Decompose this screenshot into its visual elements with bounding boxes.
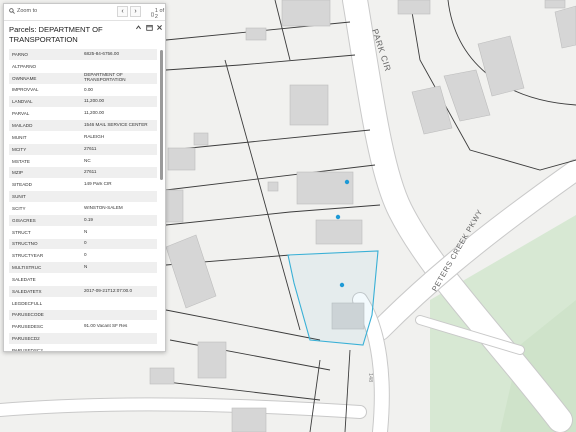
- attribute-value: 2017-09-21T12:07:00.0: [84, 288, 133, 293]
- attribute-key: PARNO: [12, 51, 28, 57]
- attribute-value: 0.00: [84, 87, 93, 92]
- attribute-key: SCITY: [12, 205, 26, 211]
- attribute-key: LEGDECFULL: [12, 300, 43, 306]
- attribute-key: SUNIT: [12, 194, 26, 200]
- close-button[interactable]: [156, 24, 163, 33]
- attribute-key: MULTISTRUC: [12, 265, 42, 271]
- attribute-key: PARUSECD2: [12, 336, 40, 342]
- attribute-value: RALEIGH: [84, 134, 105, 139]
- attribute-value: 0.19: [84, 217, 93, 222]
- collapse-button[interactable]: [135, 24, 142, 33]
- attribute-value: 11,200.00: [84, 99, 105, 104]
- attribute-value: N: [84, 229, 88, 234]
- attribute-key: PARUSEDSC2: [12, 348, 43, 352]
- street-label-number: 148: [367, 373, 373, 382]
- attribute-key: MSTATE: [12, 158, 30, 164]
- prev-feature-button[interactable]: ‹: [117, 6, 128, 17]
- close-icon: [157, 25, 162, 30]
- map-point: [339, 282, 345, 288]
- dock-button[interactable]: [146, 24, 153, 33]
- attribute-row: PARUSEDSC2: [9, 345, 157, 352]
- attribute-row: PARUSECD2: [9, 333, 157, 346]
- attribute-value: 27611: [84, 170, 97, 175]
- popup-toolbar: Zoom to ‹ › 1 of 2: [4, 4, 165, 21]
- attribute-key: OWNNAME: [12, 75, 37, 81]
- attribute-key: PARVAL: [12, 111, 30, 117]
- attribute-value: WINSTON-SALEM: [84, 205, 123, 210]
- attribute-key: SITEADD: [12, 182, 32, 188]
- attribute-row: STRUCTNO 0: [9, 238, 157, 251]
- attribute-key: ALTPARNO: [12, 63, 37, 69]
- attribute-row: ALTPARNO: [9, 60, 157, 73]
- attribute-value: DEPARTMENT OF TRANSPORTATION: [84, 73, 126, 83]
- attribute-key: IMPROVVAL: [12, 87, 39, 93]
- next-feature-button[interactable]: ›: [130, 6, 141, 17]
- popup-title: Parcels: DEPARTMENT OF TRANSPORTATION: [9, 25, 103, 44]
- attribute-row: MUNIT RALEIGH: [9, 131, 157, 144]
- attribute-row: SITEADD 149 Park CIR: [9, 179, 157, 192]
- pager-text: 1 of 2: [154, 8, 165, 20]
- attribute-key: MZIP: [12, 170, 23, 176]
- attribute-value: 27611: [84, 146, 97, 151]
- feature-popup: Zoom to ‹ › 1 of 2 Parcels: DEPARTMENT O…: [3, 3, 166, 352]
- attribute-value: N: [84, 265, 88, 270]
- attribute-key: SALEDATETX: [12, 288, 42, 294]
- attribute-value: 1546 MAIL SERVICE CENTER: [84, 123, 148, 128]
- attribute-row: GISACRES 0.19: [9, 214, 157, 227]
- attribute-key: PARUSEDESC: [12, 324, 44, 330]
- attribute-row: MULTISTRUC N: [9, 262, 157, 275]
- attribute-row: SUNIT: [9, 191, 157, 203]
- attribute-row: OWNNAME DEPARTMENT OF TRANSPORTATION: [9, 72, 157, 85]
- attribute-row: PARNO 6825-84-6756.00: [9, 49, 157, 61]
- attribute-row: LEGDECFULL: [9, 297, 157, 310]
- attribute-row: PARUSEDESC 91.00 Vacant SF Res: [9, 321, 157, 334]
- attribute-value: 6825-84-6756.00: [84, 51, 119, 56]
- attribute-row: LANDVAL 11,200.00: [9, 96, 157, 109]
- attribute-row: MZIP 27611: [9, 167, 157, 180]
- pager-icon: [151, 12, 154, 16]
- attribute-key: STRUCTNO: [12, 241, 38, 247]
- attribute-value: NC: [84, 158, 91, 163]
- dock-icon: [146, 24, 153, 31]
- feature-pager[interactable]: 1 of 2: [151, 8, 165, 20]
- attribute-key: STRUCTYEAR: [12, 253, 44, 259]
- attribute-key: STRUCT: [12, 229, 31, 235]
- map-point: [335, 214, 341, 220]
- attribute-key: GISACRES: [12, 217, 36, 223]
- attribute-key: LANDVAL: [12, 99, 33, 105]
- attribute-key: MCITY: [12, 146, 27, 152]
- attribute-table: PARNO 6825-84-6756.00 ALTPARNO OWNNAME DEPAR…: [9, 49, 157, 352]
- attribute-row: MCITY 27611: [9, 143, 157, 156]
- search-icon: [9, 8, 15, 14]
- map-point: [344, 179, 350, 185]
- attribute-row: SCITY WINSTON-SALEM: [9, 202, 157, 215]
- attribute-value: 0: [84, 241, 87, 246]
- attribute-row: STRUCT N: [9, 226, 157, 239]
- attribute-row: IMPROVVAL 0.00: [9, 84, 157, 97]
- popup-scrollbar[interactable]: [160, 50, 163, 180]
- attribute-key: PARUSECODE: [12, 312, 44, 318]
- zoom-to-button[interactable]: Zoom to: [9, 8, 37, 14]
- attribute-row: STRUCTYEAR 0: [9, 250, 157, 263]
- chevron-up-icon: [136, 25, 141, 30]
- attribute-value: 11,200.00: [84, 111, 105, 116]
- attribute-key: MAILADD: [12, 122, 33, 128]
- attribute-row: PARVAL 11,200.00: [9, 108, 157, 121]
- attribute-value: 91.00 Vacant SF Res: [84, 324, 128, 329]
- attribute-row: MAILADD 1546 MAIL SERVICE CENTER: [9, 120, 157, 132]
- attribute-row: SALEDATE: [9, 274, 157, 286]
- attribute-row: SALEDATETX 2017-09-21T12:07:00.0: [9, 285, 157, 298]
- attribute-row: PARUSECODE: [9, 309, 157, 322]
- attribute-key: MUNIT: [12, 134, 27, 140]
- attribute-key: SALEDATE: [12, 276, 36, 282]
- zoom-to-label: Zoom to: [17, 8, 38, 14]
- attribute-row: MSTATE NC: [9, 155, 157, 168]
- attribute-value: 0: [84, 253, 87, 258]
- attribute-value: 149 Park CIR: [84, 182, 112, 187]
